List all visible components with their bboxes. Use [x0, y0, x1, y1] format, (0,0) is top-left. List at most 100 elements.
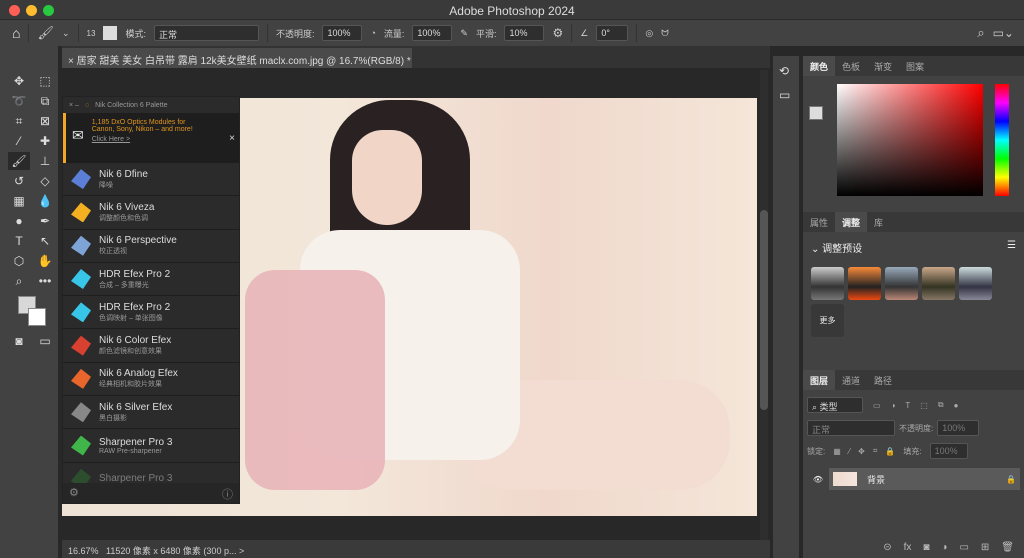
comments-icon[interactable]: ▭ [773, 86, 799, 104]
new-layer-icon[interactable]: ⊞ [981, 542, 989, 556]
brush-preset-icon[interactable]: 🖌 [37, 25, 54, 41]
quick-mask-icon[interactable]: ◙ [8, 332, 30, 350]
list-view-icon[interactable]: ☰ [1007, 240, 1016, 255]
gear-icon[interactable]: ⚙ [552, 26, 563, 40]
brush-settings-icon[interactable] [103, 26, 118, 40]
zoom-level[interactable]: 16.67% [68, 546, 99, 556]
promo-link[interactable]: Click Here > [92, 136, 207, 143]
filter-toggle-icon[interactable]: ● [954, 401, 959, 410]
nik-plugin-item[interactable]: Nik 6 Perspective 校正透视 [63, 230, 239, 263]
panel-tab[interactable]: 路径 [867, 370, 899, 390]
lock-pixels-icon[interactable]: ⁄ [849, 447, 850, 456]
layer-row[interactable]: 👁 背景 🔒 [807, 468, 1020, 490]
angle-input[interactable]: 0° [596, 25, 629, 41]
foreground-swatch[interactable] [809, 106, 823, 120]
panel-tab[interactable]: 图案 [899, 56, 931, 76]
crop-tool-icon[interactable]: ⌗ [8, 112, 30, 130]
layer-opacity-input[interactable]: 100% [937, 420, 980, 436]
smart-object-filter-icon[interactable]: ⧉ [938, 400, 944, 410]
panel-tab[interactable]: 调整 [835, 212, 868, 232]
color-picker-field[interactable] [837, 84, 983, 196]
panel-tab[interactable]: 图层 [803, 370, 836, 390]
panel-tab[interactable]: 颜色 [803, 56, 836, 76]
type-filter-icon[interactable]: T [905, 401, 910, 410]
lock-all-icon[interactable]: 🔒 [885, 447, 895, 456]
path-select-tool-icon[interactable]: ↖ [34, 232, 56, 250]
close-icon[interactable]: × – [69, 102, 79, 109]
preset-thumbnail[interactable] [885, 267, 918, 300]
lock-position-icon[interactable]: ✥ [858, 447, 865, 456]
new-adjustment-icon[interactable]: ◑ [941, 542, 947, 556]
nik-plugin-item[interactable]: HDR Efex Pro 2 色调映射 – 单张图像 [63, 296, 239, 330]
pressure-size-icon[interactable]: ◎ [645, 28, 653, 39]
document-tab[interactable]: × 居家 甜美 美女 白吊带 露肩 12k美女壁纸 maclx.com.jpg … [62, 48, 412, 68]
screen-mode-icon[interactable]: ▭ [34, 332, 56, 350]
more-tools-icon[interactable]: ••• [34, 272, 56, 290]
nik-plugin-item[interactable]: Nik 6 Color Efex 颜色滤镜和创意效果 [63, 329, 239, 363]
workspace-icon[interactable]: ▭⌄ [993, 26, 1014, 40]
brush-size[interactable]: 13 [87, 29, 96, 38]
fill-input[interactable]: 100% [929, 443, 968, 459]
panel-tab[interactable]: 库 [867, 212, 890, 232]
layer-name[interactable]: 背景 [867, 473, 996, 486]
home-icon[interactable]: ⌂ [12, 25, 20, 41]
status-menu-arrow[interactable]: > [239, 546, 244, 556]
stamp-tool-icon[interactable]: ⊥ [34, 152, 56, 170]
close-promo-icon[interactable]: × [229, 133, 235, 144]
lock-transparency-icon[interactable]: ▦ [833, 447, 841, 456]
panel-tab[interactable]: 通道 [835, 370, 867, 390]
background-color-swatch[interactable] [28, 308, 46, 326]
symmetry-icon[interactable]: ᗢ [661, 28, 668, 39]
pressure-opacity-icon[interactable]: ◔ [370, 28, 375, 38]
fx-icon[interactable]: fx [904, 542, 912, 556]
move-tool-icon[interactable]: ✥ [8, 72, 30, 90]
gradient-tool-icon[interactable]: ▦ [8, 192, 30, 210]
pen-tool-icon[interactable]: ✒ [34, 212, 56, 230]
healing-tool-icon[interactable]: ✚ [34, 132, 56, 150]
airbrush-icon[interactable]: ✎ [460, 28, 468, 39]
panel-tab[interactable]: 属性 [803, 212, 835, 232]
hand-tool-icon[interactable]: ✋ [34, 252, 56, 270]
nik-plugin-item[interactable]: Nik 6 Silver Efex 黑白摄影 [63, 396, 239, 430]
new-group-icon[interactable]: ▭ [959, 542, 968, 556]
object-select-tool-icon[interactable]: ⧉ [34, 92, 56, 110]
link-layers-icon[interactable]: ⊝ [883, 542, 891, 556]
panel-tab[interactable]: 渐变 [867, 56, 899, 76]
preset-thumbnail[interactable] [848, 267, 881, 300]
canvas-scrollbar[interactable] [760, 70, 768, 540]
flow-input[interactable]: 100% [412, 25, 453, 41]
nik-plugin-item[interactable]: Sharpener Pro 3 RAW Pre-sharpener [63, 429, 239, 463]
type-tool-icon[interactable]: T [8, 232, 30, 250]
nik-plugin-item[interactable]: Nik 6 Dfine 降噪 [63, 163, 239, 197]
marquee-tool-icon[interactable]: ⬚ [34, 72, 56, 90]
zoom-tool-icon[interactable]: ⌕ [8, 272, 30, 290]
shape-filter-icon[interactable]: ⬚ [920, 401, 928, 410]
dodge-tool-icon[interactable]: ● [8, 212, 30, 230]
chevron-down-icon[interactable]: ⌄ [62, 28, 70, 39]
add-mask-icon[interactable]: ◙ [923, 542, 929, 556]
help-icon[interactable]: ⓘ [222, 486, 233, 501]
preset-thumbnail[interactable] [959, 267, 992, 300]
eyedropper-tool-icon[interactable]: ⁄ [8, 132, 30, 150]
lock-artboard-icon[interactable]: ⌗ [873, 446, 878, 456]
adjustment-filter-icon[interactable]: ◑ [891, 401, 896, 410]
nik-plugin-item[interactable]: HDR Efex Pro 2 合成 – 多重曝光 [63, 263, 239, 297]
brush-tool-icon[interactable]: 🖌 [8, 152, 30, 170]
blend-mode-select[interactable]: 正常 [807, 420, 895, 436]
history-icon[interactable]: ⟲ [773, 56, 799, 86]
panel-tab[interactable]: 色板 [835, 56, 867, 76]
nik-plugin-item[interactable]: Nik 6 Viveza 调整颜色和色调 [63, 196, 239, 230]
image-filter-icon[interactable]: ▭ [873, 401, 881, 410]
search-icon[interactable]: ⌕ [977, 25, 984, 41]
history-brush-icon[interactable]: ↺ [8, 172, 30, 190]
smoothing-input[interactable]: 10% [504, 25, 545, 41]
blur-tool-icon[interactable]: 💧 [34, 192, 56, 210]
preset-thumbnail[interactable] [922, 267, 955, 300]
opacity-input[interactable]: 100% [322, 25, 363, 41]
eye-icon[interactable]: 👁 [807, 475, 829, 484]
settings-icon[interactable]: ⚙ [69, 486, 79, 500]
frame-tool-icon[interactable]: ⊠ [34, 112, 56, 130]
preset-thumbnail[interactable] [811, 267, 844, 300]
eraser-tool-icon[interactable]: ◇ [34, 172, 56, 190]
trash-icon[interactable]: 🗑 [1001, 542, 1014, 556]
